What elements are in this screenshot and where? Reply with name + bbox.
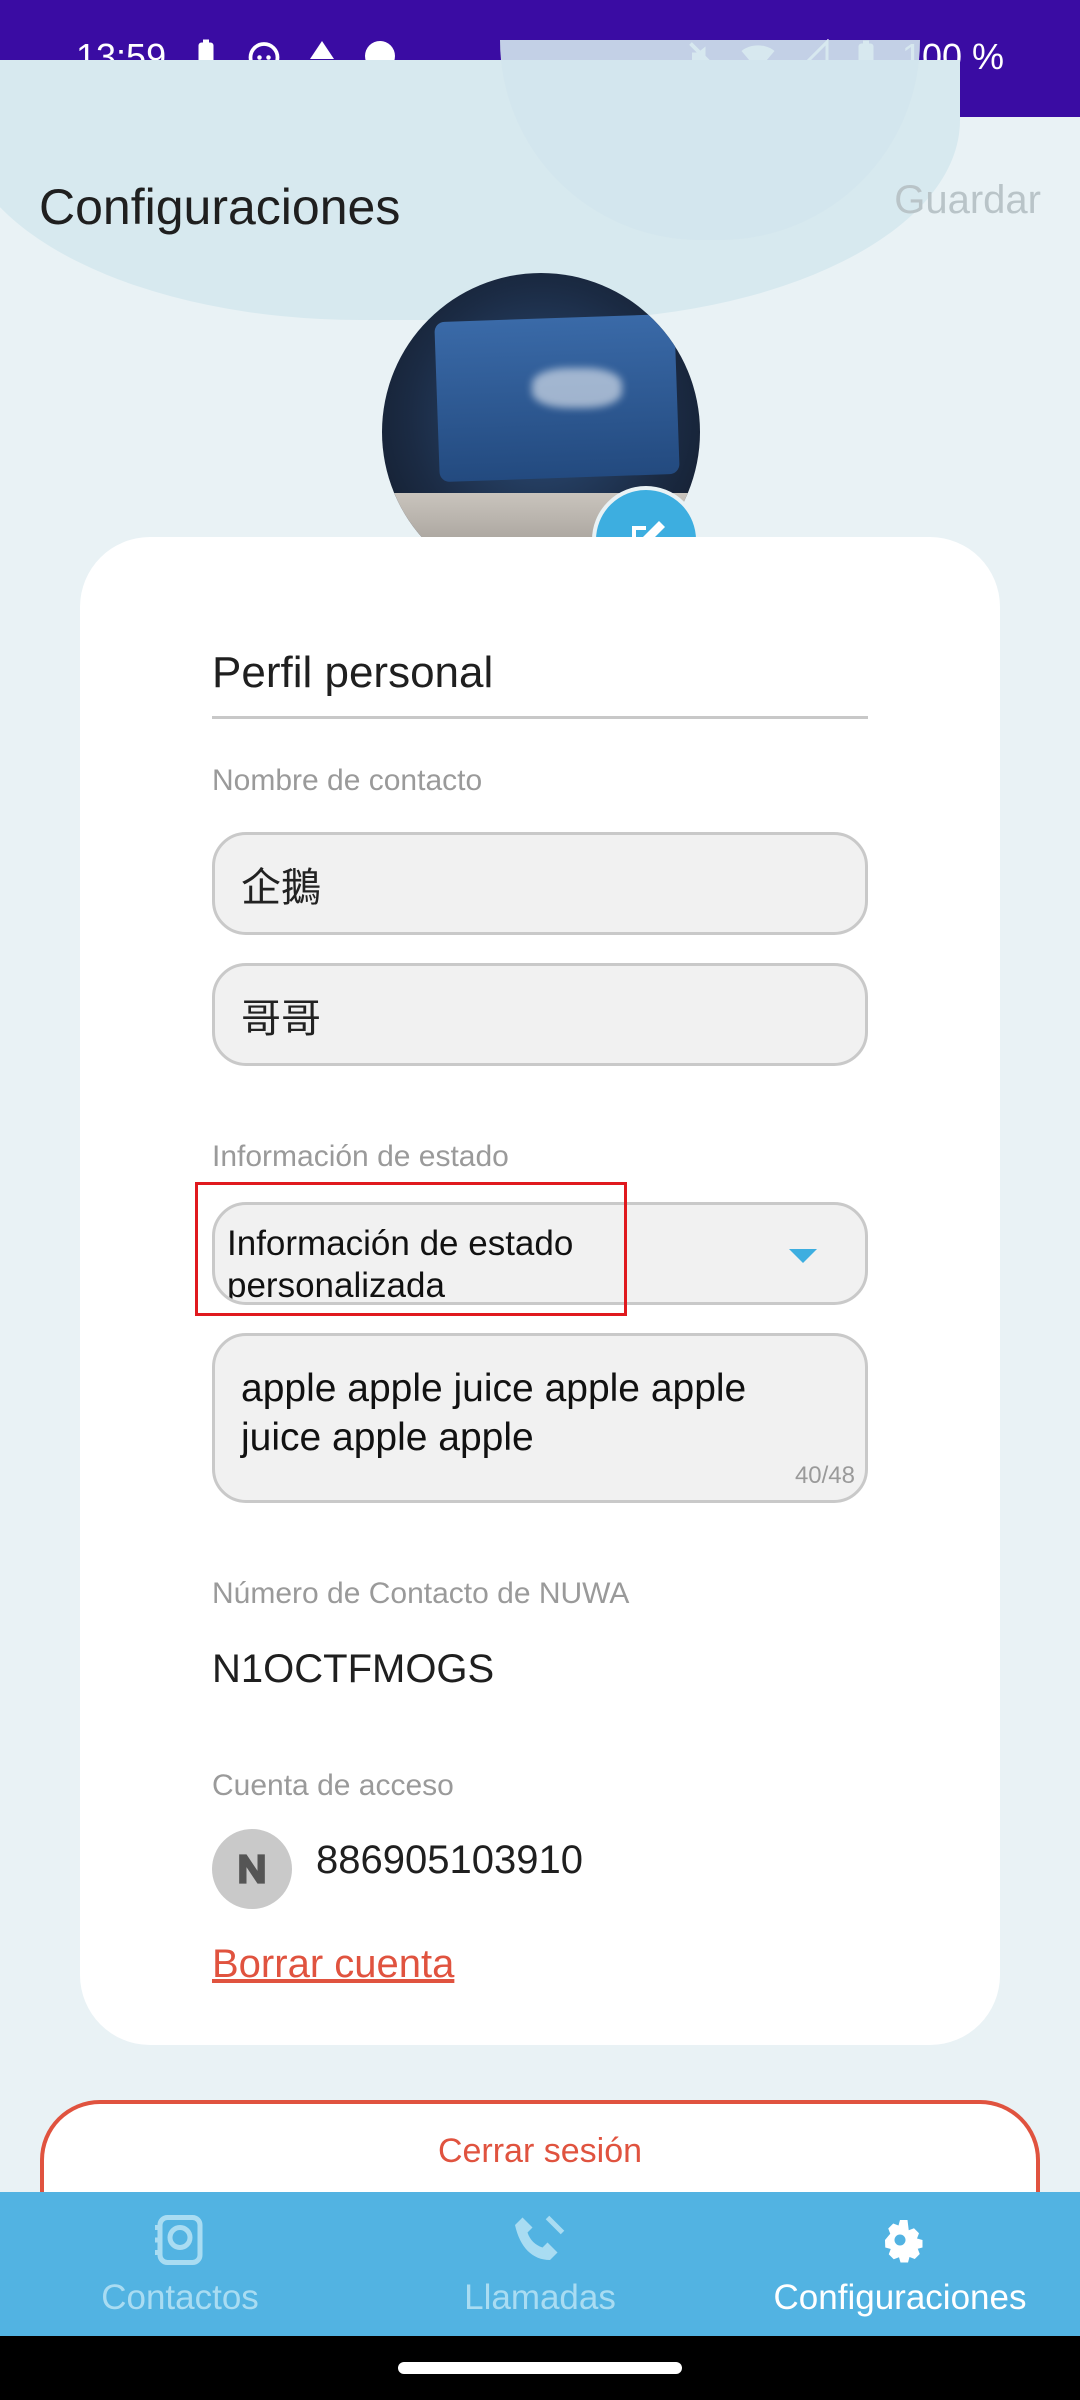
nav-item-settings[interactable]: Configuraciones (720, 2192, 1080, 2336)
nav-label-calls: Llamadas (464, 2278, 616, 2317)
nav-label-contacts: Contactos (101, 2278, 259, 2317)
account-value: 886905103910 (316, 1838, 583, 1882)
last-name-field[interactable]: 哥哥 (212, 963, 868, 1066)
chevron-down-icon (789, 1249, 817, 1263)
calls-icon (515, 2215, 565, 2260)
char-counter: 40/48 (794, 1462, 855, 1489)
contacts-icon (155, 2215, 203, 2265)
account-label: Cuenta de acceso (212, 1769, 454, 1802)
first-name-value: 企鵝 (241, 865, 321, 910)
account-badge (212, 1829, 292, 1909)
bottom-nav: Contactos Llamadas Configuraciones (0, 2192, 1080, 2336)
first-name-field[interactable]: 企鵝 (212, 832, 868, 935)
home-gesture-pill[interactable] (398, 2362, 682, 2374)
status-text-value: apple apple juice apple apple juice appl… (241, 1367, 747, 1459)
save-button[interactable]: Guardar (894, 178, 1041, 223)
gear-icon (885, 2220, 923, 2263)
nuwa-number-value: N1OCTFMOGS (212, 1647, 495, 1691)
avatar-photo-glare (532, 368, 622, 408)
nuwa-number-label: Número de Contacto de NUWA (212, 1577, 630, 1610)
gesture-bar (0, 2336, 1080, 2400)
highlight-box (195, 1182, 627, 1316)
nav-label-settings: Configuraciones (773, 2278, 1027, 2317)
section-title: Perfil personal (212, 648, 494, 697)
section-divider (212, 716, 868, 719)
status-info-label: Información de estado (212, 1140, 509, 1173)
nav-item-calls[interactable]: Llamadas (360, 2192, 720, 2336)
last-name-value: 哥哥 (241, 996, 321, 1041)
page-title: Configuraciones (39, 179, 401, 235)
contact-name-label: Nombre de contacto (212, 764, 483, 797)
delete-account-link[interactable]: Borrar cuenta (212, 1942, 454, 1987)
nuwa-logo-icon (239, 1854, 265, 1884)
status-text-area[interactable]: apple apple juice apple apple juice appl… (212, 1333, 868, 1503)
nav-item-contacts[interactable]: Contactos (0, 2192, 360, 2336)
